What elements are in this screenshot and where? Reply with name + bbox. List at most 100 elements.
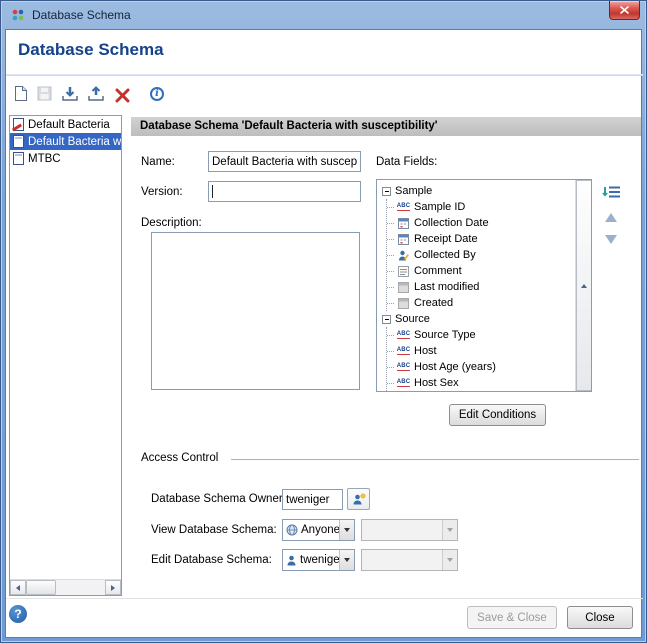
user-select-icon (352, 493, 366, 505)
collapse-minus-icon[interactable] (382, 315, 391, 324)
tree-item-sample-id[interactable]: Sample ID (387, 199, 574, 215)
help-icon[interactable] (9, 605, 27, 623)
tree-item-label: Host Sex (414, 377, 459, 389)
section-header: Database Schema 'Default Bacteria with s… (131, 117, 641, 136)
tree-item-host[interactable]: Host (387, 343, 574, 359)
tree-group-label: Source (395, 313, 430, 325)
window-title: Database Schema (32, 8, 131, 22)
data-fields-label: Data Fields: (376, 156, 437, 168)
chevron-down-icon (344, 558, 350, 562)
export-button[interactable] (85, 83, 107, 105)
list-item-default-bacteria[interactable]: Default Bacteria (10, 116, 121, 133)
tree-connector (387, 223, 394, 224)
tree-item-collected-by[interactable]: Collected By (387, 247, 574, 263)
dropdown-arrow-button[interactable] (339, 550, 354, 570)
user-icon (286, 555, 297, 566)
schema-list: Default Bacteria Default Bacteria with s… (9, 115, 122, 596)
text-field-icon (396, 378, 411, 389)
scroll-up-button[interactable] (576, 180, 592, 391)
tree-vertical-scrollbar[interactable] (575, 180, 591, 391)
move-field-down-button[interactable] (603, 231, 619, 247)
anyone-globe-icon (286, 524, 298, 536)
user-field-icon (396, 250, 411, 261)
delete-button[interactable] (111, 84, 133, 106)
new-schema-button[interactable] (9, 82, 31, 104)
date-field-icon (396, 234, 411, 245)
tree-connector (387, 351, 394, 352)
database-schema-window: Database Schema Database Schema Default … (0, 0, 647, 643)
chevron-down-icon (344, 528, 350, 532)
tree-item-collection-date[interactable]: Collection Date (387, 215, 574, 231)
tree-item-host-sex[interactable]: Host Sex (387, 375, 574, 391)
left-arrow-icon (16, 585, 20, 591)
chevron-down-icon (447, 558, 453, 562)
chevron-down-icon (447, 528, 453, 532)
collapse-minus-icon[interactable] (382, 187, 391, 196)
new-document-icon (12, 85, 29, 102)
tree-children-sample: Sample ID Collection Date Receipt Date C… (386, 199, 574, 311)
info-button[interactable] (146, 83, 168, 105)
tree-item-comment[interactable]: Comment (387, 263, 574, 279)
edit-conditions-button[interactable]: Edit Conditions (449, 404, 546, 426)
owner-input[interactable] (282, 489, 343, 510)
description-label: Description: (141, 217, 202, 229)
scroll-right-button[interactable] (105, 580, 121, 595)
tree-item-host-age[interactable]: Host Age (years) (387, 359, 574, 375)
view-schema-dropdown[interactable]: Anyone (282, 519, 355, 541)
titlebar[interactable]: Database Schema (1, 1, 646, 29)
tree-connector (387, 335, 394, 336)
scrollbar-track[interactable] (26, 580, 105, 595)
tree-connector (387, 303, 394, 304)
text-caret (212, 185, 213, 198)
tree-item-source-type[interactable]: Source Type (387, 327, 574, 343)
list-item-mtbc[interactable]: MTBC (10, 150, 121, 167)
dropdown-arrow-button (442, 550, 457, 570)
delete-x-icon (115, 88, 130, 103)
list-item-label: Default Bacteria with susceptibility (28, 136, 121, 148)
scroll-left-button[interactable] (10, 580, 26, 595)
text-field-icon (396, 346, 411, 357)
close-button[interactable]: Close (567, 606, 633, 629)
tree-item-label: Host Age (years) (414, 361, 496, 373)
tree-item-last-modified[interactable]: Last modified (387, 279, 574, 295)
up-arrow-icon (605, 213, 617, 222)
import-icon (60, 86, 80, 103)
version-input[interactable] (208, 181, 361, 202)
close-x-icon (620, 6, 629, 14)
schema-document-icon (13, 135, 24, 148)
tree-group-sample[interactable]: Sample (380, 183, 574, 199)
tree-group-label: Sample (395, 185, 432, 197)
tree-group-source[interactable]: Source (380, 311, 574, 327)
field-conditions-button[interactable] (601, 184, 621, 200)
text-field-icon (396, 202, 411, 213)
tree-item-created[interactable]: Created (387, 295, 574, 311)
right-arrow-icon (111, 585, 115, 591)
description-textarea[interactable] (151, 232, 360, 390)
tree-item-label: Collected By (414, 249, 476, 261)
move-field-up-button[interactable] (603, 209, 619, 225)
dropdown-value: Anyone (301, 524, 339, 536)
choose-owner-button[interactable] (347, 488, 370, 510)
auto-field-icon (396, 298, 411, 309)
edit-schema-dropdown[interactable]: tweniger (282, 549, 355, 571)
list-item-default-bacteria-susceptibility[interactable]: Default Bacteria with susceptibility (10, 133, 121, 150)
name-label: Name: (141, 156, 175, 168)
list-horizontal-scrollbar[interactable] (10, 579, 121, 595)
scroll-down-button[interactable] (576, 391, 592, 392)
tree-connector (387, 239, 394, 240)
dropdown-arrow-button[interactable] (339, 520, 354, 540)
close-window-button[interactable] (609, 1, 640, 20)
tree-item-label: Source Type (414, 329, 476, 341)
save-floppy-icon (36, 85, 53, 102)
import-button[interactable] (59, 83, 81, 105)
text-field-icon (396, 330, 411, 341)
access-control-divider (231, 459, 639, 461)
auto-field-icon (396, 282, 411, 293)
tree-item-label: Last modified (414, 281, 479, 293)
scrollbar-thumb[interactable] (26, 580, 56, 595)
tree-item-receipt-date[interactable]: Receipt Date (387, 231, 574, 247)
name-input[interactable] (208, 151, 361, 172)
footer-divider (6, 598, 643, 599)
schema-document-icon (13, 118, 24, 131)
page-title: Database Schema (18, 40, 164, 60)
